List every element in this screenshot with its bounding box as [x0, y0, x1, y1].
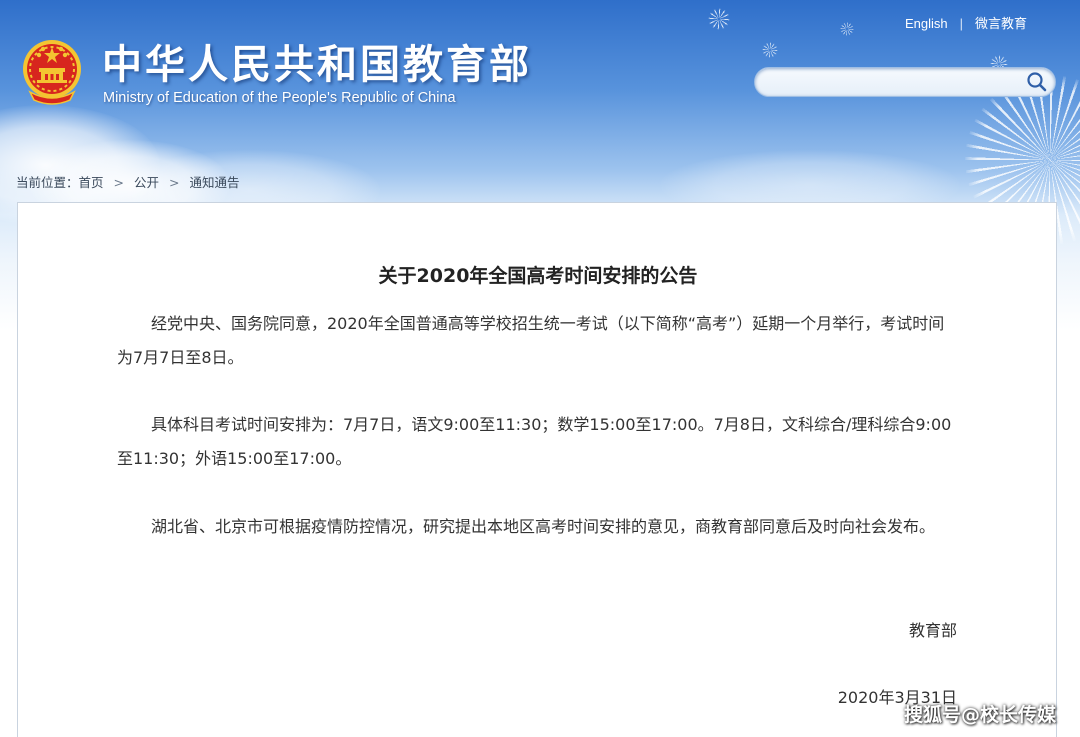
- national-emblem-icon[interactable]: [20, 38, 84, 108]
- link-separator: |: [959, 16, 964, 31]
- page: 中华人民共和国教育部 Ministry of Education of the …: [0, 0, 1080, 737]
- article-title: 关于2020年全国高考时间安排的公告: [378, 265, 698, 287]
- chevron-right-icon: >: [169, 175, 180, 190]
- wechat-link[interactable]: 微言教育: [975, 16, 1027, 31]
- english-link[interactable]: English: [905, 16, 948, 31]
- breadcrumb-label: 当前位置：: [16, 175, 79, 190]
- dandelion-seed-decoration: [708, 8, 730, 30]
- search-box: [754, 67, 1056, 97]
- dandelion-seed-decoration: [762, 42, 778, 58]
- article-paragraph: 经党中央、国务院同意，2020年全国普通高等学校招生统一考试（以下简称“高考”）…: [117, 314, 945, 367]
- chevron-right-icon: >: [113, 175, 125, 190]
- search-icon: [1027, 72, 1047, 92]
- source-watermark: 搜狐号@校长传媒: [903, 704, 1056, 726]
- article-paragraph: 湖北省、北京市可根据疫情防控情况，研究提出本地区高考时间安排的意见，商教育部同意…: [151, 517, 936, 536]
- article-card: 关于2020年全国高考时间安排的公告 经党中央、国务院同意，2020年全国普通高…: [17, 202, 1057, 737]
- breadcrumb-home-link[interactable]: 首页: [79, 175, 104, 190]
- article-signature: 教育部: [908, 621, 957, 640]
- dandelion-seed-decoration: [840, 22, 854, 36]
- article-paragraph: 具体科目考试时间安排为：7月7日，语文9:00至11:30；数学15:00至17…: [117, 415, 952, 468]
- search-button[interactable]: [1025, 71, 1049, 93]
- site-title[interactable]: 中华人民共和国教育部: [102, 32, 532, 90]
- breadcrumb-public-link[interactable]: 公开: [134, 175, 159, 190]
- top-links: English | 微言教育: [905, 13, 1027, 32]
- search-input[interactable]: [767, 72, 1021, 94]
- breadcrumb-notices-link[interactable]: 通知通告: [190, 175, 240, 190]
- site-subtitle: Ministry of Education of the People's Re…: [103, 90, 456, 106]
- breadcrumb: 当前位置：首页 > 公开 > 通知通告: [16, 172, 240, 191]
